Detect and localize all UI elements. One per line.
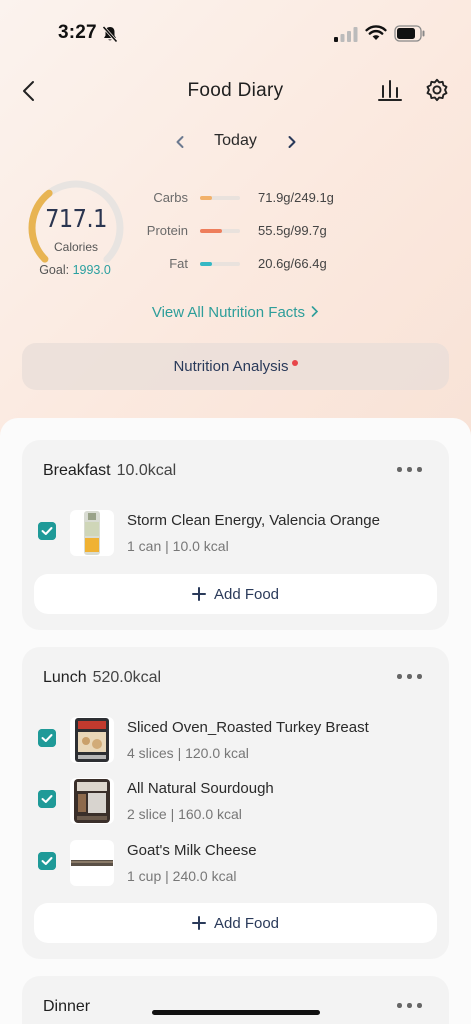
macro-row-carbs: Carbs 71.9g/249.1g <box>138 188 458 221</box>
macro-row-fat: Fat 20.6g/66.4g <box>138 254 458 287</box>
goal-value: 1993.0 <box>72 263 111 277</box>
macro-label: Carbs <box>153 190 188 205</box>
calorie-goal: Goal: 1993.0 <box>10 263 140 277</box>
meals-sheet: Breakfast 10.0kcal Storm Clean Energy, Va… <box>0 418 471 1024</box>
plus-icon <box>191 916 206 930</box>
meal-card-dinner: Dinner <box>22 976 449 1024</box>
settings-gear-button[interactable] <box>423 76 451 104</box>
date-navigator: Today <box>0 130 471 154</box>
food-name: Goat's Milk Cheese <box>127 842 257 859</box>
bell-off-icon <box>102 25 118 43</box>
status-time: 3:27 <box>58 22 97 43</box>
meal-card-lunch: Lunch 520.0kcal Sliced Oven_Roasted Turke… <box>22 647 449 959</box>
macro-summary: Carbs 71.9g/249.1g Protein 55.5g/99.7g F… <box>138 188 458 287</box>
more-options-button[interactable] <box>397 462 423 476</box>
macro-progress-fill <box>200 229 223 233</box>
more-options-button[interactable] <box>397 998 423 1012</box>
meal-name: Breakfast <box>43 462 111 479</box>
food-item[interactable]: Storm Clean Energy, Valencia Orange 1 ca… <box>22 510 449 566</box>
food-detail: 1 can | 10.0 kcal <box>127 538 229 554</box>
meal-name: Lunch <box>43 669 87 686</box>
nutrition-analysis-label: Nutrition Analysis <box>173 358 289 375</box>
food-thumbnail-package <box>70 717 114 763</box>
calories-unit-label: Calories <box>53 240 98 254</box>
food-detail: 2 slice | 160.0 kcal <box>127 806 242 822</box>
next-day-button[interactable] <box>282 132 302 152</box>
checkbox-checked[interactable] <box>38 790 56 808</box>
macro-progress-track <box>200 262 240 266</box>
food-item[interactable]: Goat's Milk Cheese 1 cup | 240.0 kcal <box>22 840 449 896</box>
macro-value: 55.5g/99.7g <box>258 223 327 238</box>
macro-progress-fill <box>200 196 212 200</box>
macro-value: 71.9g/249.1g <box>258 190 334 205</box>
nutrition-analysis-button[interactable]: Nutrition Analysis <box>22 343 449 390</box>
meal-kcal: 520.0kcal <box>92 669 162 686</box>
meal-title: Dinner <box>43 998 90 1016</box>
food-item[interactable]: Sliced Oven_Roasted Turkey Breast 4 slic… <box>22 717 449 773</box>
meal-title: Breakfast 10.0kcal <box>43 462 176 480</box>
checkbox-checked[interactable] <box>38 522 56 540</box>
add-food-button-lunch[interactable]: Add Food <box>34 903 437 943</box>
plus-icon <box>191 587 206 601</box>
food-item[interactable]: All Natural Sourdough 2 slice | 160.0 kc… <box>22 778 449 834</box>
meal-name: Dinner <box>43 998 91 1015</box>
meal-card-breakfast: Breakfast 10.0kcal Storm Clean Energy, Va… <box>22 440 449 630</box>
meal-kcal: 10.0kcal <box>116 462 177 479</box>
chevron-right-icon <box>311 306 319 317</box>
battery-icon <box>394 25 425 42</box>
macro-label: Fat <box>169 256 188 271</box>
checkbox-checked[interactable] <box>38 729 56 747</box>
add-food-button-breakfast[interactable]: Add Food <box>34 574 437 614</box>
view-all-nutrition-facts-label: View All Nutrition Facts <box>151 304 305 321</box>
more-options-button[interactable] <box>397 669 423 683</box>
meal-title: Lunch 520.0kcal <box>43 669 161 687</box>
view-all-nutrition-facts-link[interactable]: View All Nutrition Facts <box>0 304 471 321</box>
macro-row-protein: Protein 55.5g/99.7g <box>138 221 458 254</box>
macro-label: Protein <box>146 223 188 238</box>
add-food-label: Add Food <box>213 914 280 932</box>
food-thumbnail-can <box>70 510 114 556</box>
food-detail: 4 slices | 120.0 kcal <box>127 745 249 761</box>
food-name: Storm Clean Energy, Valencia Orange <box>127 512 380 529</box>
food-thumbnail-cheese <box>70 840 114 886</box>
goal-label: Goal: <box>39 263 70 277</box>
app-header: Food Diary <box>0 70 471 114</box>
food-detail: 1 cup | 240.0 kcal <box>127 868 237 884</box>
status-bar: 3:27 <box>0 0 471 66</box>
calories-consumed-value: 717.1 <box>45 204 107 233</box>
cellular-signal-icon <box>334 27 358 42</box>
food-name: All Natural Sourdough <box>127 780 274 797</box>
food-thumbnail-bread <box>70 778 114 824</box>
macro-progress-track <box>200 229 240 233</box>
checkbox-checked[interactable] <box>38 852 56 870</box>
food-name: Sliced Oven_Roasted Turkey Breast <box>127 719 369 736</box>
current-date-label[interactable]: Today <box>0 132 471 150</box>
wifi-icon <box>365 25 387 40</box>
macro-progress-track <box>200 196 240 200</box>
macro-progress-fill <box>200 262 213 266</box>
stats-chart-button[interactable] <box>376 76 404 104</box>
home-indicator <box>152 1010 320 1015</box>
notification-dot <box>291 359 298 366</box>
add-food-label: Add Food <box>213 585 280 603</box>
macro-value: 20.6g/66.4g <box>258 256 327 271</box>
